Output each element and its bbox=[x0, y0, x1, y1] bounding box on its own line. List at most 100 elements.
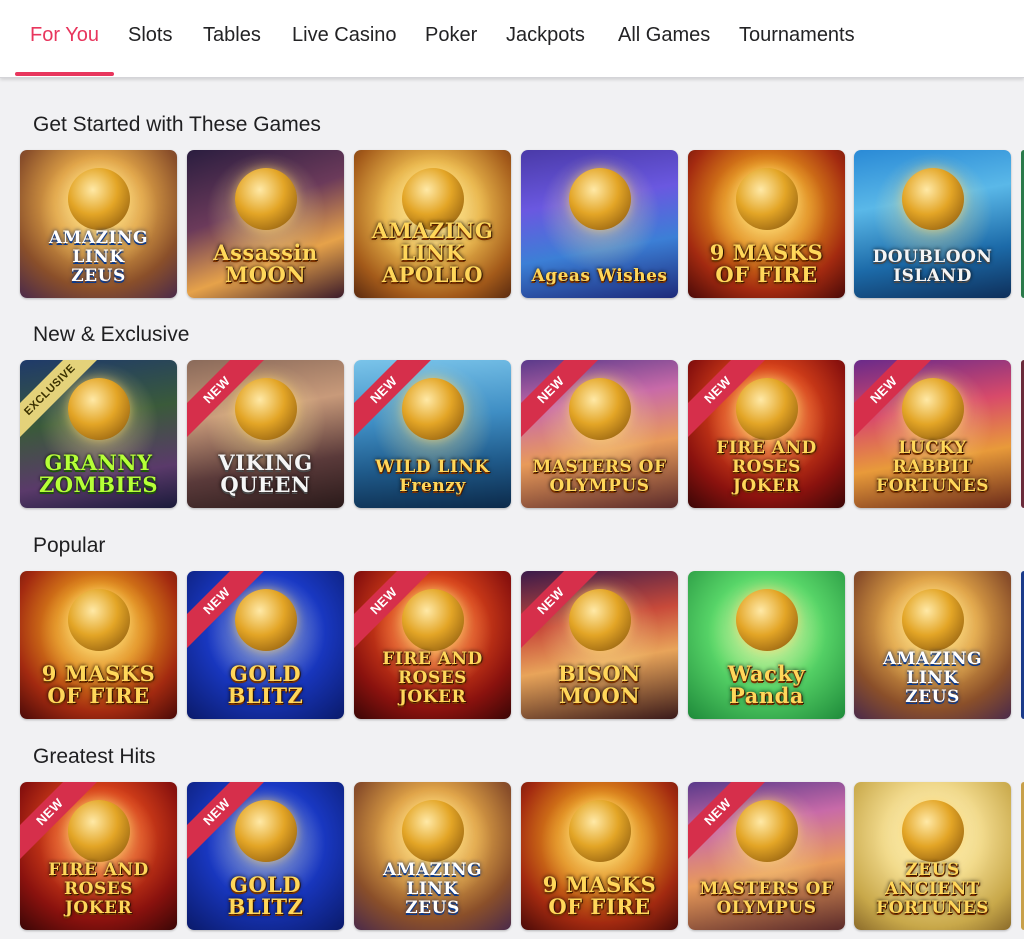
game-row: 9 MASKS OF FIRE GOLD BLITZ NEW FIRE AND ROS… bbox=[0, 571, 1024, 719]
new-badge: NEW bbox=[688, 360, 768, 440]
game-tile[interactable]: Wacky Panda bbox=[688, 571, 845, 719]
game-row: GRANNY ZOMBIES EXCLUSIVE VIKING QUEEN NEW WI… bbox=[0, 360, 1024, 508]
game-emblem-icon bbox=[901, 589, 964, 651]
game-tile[interactable]: BISON MOON NEW bbox=[521, 571, 678, 719]
exclusive-badge: EXCLUSIVE bbox=[20, 360, 100, 440]
new-badge: NEW bbox=[354, 571, 434, 651]
game-title: DOUBLOON ISLAND bbox=[872, 247, 993, 286]
game-title: WILD LINK Frenzy bbox=[375, 457, 490, 496]
tab-all-games[interactable]: All Games bbox=[618, 22, 710, 48]
new-badge: NEW bbox=[187, 782, 267, 862]
game-emblem-icon bbox=[568, 800, 631, 862]
tab-slots[interactable]: Slots bbox=[128, 22, 172, 48]
game-tile[interactable]: FIRE AND ROSES JOKER NEW bbox=[20, 782, 177, 930]
game-tile[interactable]: AMAZING LINK ZEUS bbox=[854, 571, 1011, 719]
game-title: AMAZING LINK ZEUS bbox=[882, 649, 983, 707]
game-title: BISON MOON bbox=[558, 661, 641, 708]
game-title: MASTERS OF OLYMPUS bbox=[532, 457, 667, 496]
game-title: 9 MASKS OF FIRE bbox=[709, 240, 824, 287]
game-row: AMAZING LINK ZEUS Assassin MOON AMAZING LI… bbox=[0, 150, 1024, 298]
game-title: VIKING QUEEN bbox=[218, 450, 313, 497]
game-emblem-icon bbox=[901, 800, 964, 862]
game-tile[interactable]: FIRE AND ROSES JOKER NEW bbox=[688, 360, 845, 508]
game-tile[interactable]: 9 MASKS OF FIRE bbox=[20, 571, 177, 719]
badge-ribbon: EXCLUSIVE bbox=[20, 360, 100, 440]
game-title: LUCKY RABBIT FORTUNES bbox=[876, 438, 989, 496]
game-emblem-icon bbox=[67, 589, 130, 651]
tab-tournaments[interactable]: Tournaments bbox=[739, 22, 855, 48]
game-emblem-icon bbox=[735, 589, 798, 651]
game-tile[interactable]: GOLD BLITZ NEW bbox=[187, 782, 344, 930]
game-title: FIRE AND ROSES JOKER bbox=[48, 860, 149, 918]
game-title: ZEUS ANCIENT FORTUNES bbox=[876, 860, 989, 918]
section-title: Popular bbox=[33, 534, 106, 557]
game-tile[interactable]: FIRE AND ROSES JOKER NEW bbox=[354, 571, 511, 719]
game-title: FIRE AND ROSES JOKER bbox=[716, 438, 817, 496]
tab-live-casino[interactable]: Live Casino bbox=[292, 22, 397, 48]
badge-ribbon: NEW bbox=[187, 782, 267, 862]
section-title: New & Exclusive bbox=[33, 323, 190, 346]
tab-tables[interactable]: Tables bbox=[203, 22, 261, 48]
game-title: GRANNY ZOMBIES bbox=[38, 450, 159, 497]
badge-ribbon: NEW bbox=[688, 782, 768, 862]
game-tile[interactable]: AMAZING LINK APOLLO bbox=[354, 150, 511, 298]
game-title: Wacky Panda bbox=[727, 661, 806, 708]
tab-jackpots[interactable]: Jackpots bbox=[506, 22, 585, 48]
game-title: GOLD BLITZ bbox=[227, 661, 304, 708]
game-title: AMAZING LINK APOLLO bbox=[371, 218, 494, 287]
game-emblem-icon bbox=[568, 168, 631, 230]
game-tile[interactable]: Ageas Wishes bbox=[521, 150, 678, 298]
game-title: GOLD BLITZ bbox=[227, 872, 304, 919]
game-tile[interactable]: DOUBLOON ISLAND bbox=[854, 150, 1011, 298]
game-tile[interactable]: AMAZING LINK ZEUS bbox=[354, 782, 511, 930]
game-title: MASTERS OF OLYMPUS bbox=[699, 879, 834, 918]
game-title: 9 MASKS OF FIRE bbox=[542, 872, 657, 919]
game-tile[interactable]: GOLD BLITZ NEW bbox=[187, 571, 344, 719]
active-tab-indicator bbox=[15, 72, 114, 76]
top-navigation: For You Slots Tables Live Casino Poker J… bbox=[0, 0, 1024, 78]
game-title: AMAZING LINK ZEUS bbox=[382, 860, 483, 918]
game-tile[interactable]: LUCKY RABBIT FORTUNES NEW bbox=[854, 360, 1011, 508]
badge-ribbon: NEW bbox=[521, 360, 601, 440]
game-title: 9 MASKS OF FIRE bbox=[41, 661, 156, 708]
game-tile[interactable]: VIKING QUEEN NEW bbox=[187, 360, 344, 508]
new-badge: NEW bbox=[521, 571, 601, 651]
game-tile[interactable]: MASTERS OF OLYMPUS NEW bbox=[688, 782, 845, 930]
tab-for-you[interactable]: For You bbox=[30, 22, 99, 48]
badge-ribbon: NEW bbox=[688, 360, 768, 440]
badge-ribbon: NEW bbox=[354, 571, 434, 651]
badge-ribbon: NEW bbox=[521, 571, 601, 651]
badge-ribbon: NEW bbox=[20, 782, 100, 862]
game-row: FIRE AND ROSES JOKER NEW GOLD BLITZ NEW AMAZ… bbox=[0, 782, 1024, 930]
game-title: Ageas Wishes bbox=[531, 266, 668, 286]
section-title: Greatest Hits bbox=[33, 745, 156, 768]
game-tile[interactable]: 9 MASKS OF FIRE bbox=[521, 782, 678, 930]
game-emblem-icon bbox=[234, 168, 297, 230]
game-tile[interactable]: AMAZING LINK ZEUS bbox=[20, 150, 177, 298]
new-badge: NEW bbox=[354, 360, 434, 440]
game-emblem-icon bbox=[401, 800, 464, 862]
section-title: Get Started with These Games bbox=[33, 113, 321, 136]
new-badge: NEW bbox=[187, 360, 267, 440]
new-badge: NEW bbox=[688, 782, 768, 862]
game-tile[interactable]: WILD LINK Frenzy NEW bbox=[354, 360, 511, 508]
new-badge: NEW bbox=[854, 360, 934, 440]
game-title: FIRE AND ROSES JOKER bbox=[382, 649, 483, 707]
badge-ribbon: NEW bbox=[187, 571, 267, 651]
game-title: AMAZING LINK ZEUS bbox=[48, 228, 149, 286]
game-tile[interactable]: 9 MASKS OF FIRE bbox=[688, 150, 845, 298]
badge-ribbon: NEW bbox=[854, 360, 934, 440]
new-badge: NEW bbox=[20, 782, 100, 862]
game-tile[interactable]: ZEUS ANCIENT FORTUNES bbox=[854, 782, 1011, 930]
new-badge: NEW bbox=[521, 360, 601, 440]
game-emblem-icon bbox=[735, 168, 798, 230]
game-tile[interactable]: Assassin MOON bbox=[187, 150, 344, 298]
badge-ribbon: NEW bbox=[354, 360, 434, 440]
game-tile[interactable]: MASTERS OF OLYMPUS NEW bbox=[521, 360, 678, 508]
game-title: Assassin MOON bbox=[213, 240, 318, 287]
badge-ribbon: NEW bbox=[187, 360, 267, 440]
tab-poker[interactable]: Poker bbox=[425, 22, 477, 48]
game-tile[interactable]: GRANNY ZOMBIES EXCLUSIVE bbox=[20, 360, 177, 508]
new-badge: NEW bbox=[187, 571, 267, 651]
game-emblem-icon bbox=[67, 168, 130, 230]
